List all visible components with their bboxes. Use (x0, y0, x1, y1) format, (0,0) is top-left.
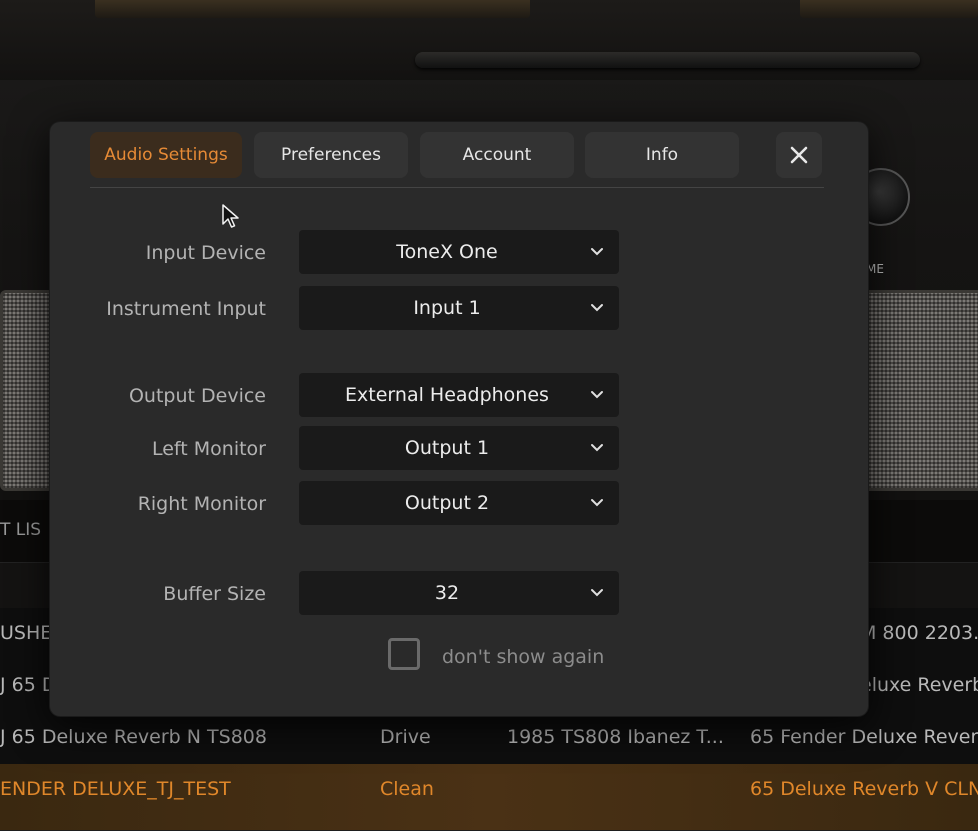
chevron-down-icon (591, 304, 603, 312)
close-button[interactable] (776, 132, 822, 178)
input-device-select[interactable]: ToneX One (299, 230, 619, 274)
mouse-cursor-icon (222, 204, 239, 228)
preset-name: ENDER DELUXE_TJ_TEST (0, 778, 231, 800)
knob-label: ME (866, 262, 884, 276)
input-device-label: Input Device (145, 242, 266, 264)
buffer-size-select[interactable]: 32 (299, 571, 619, 615)
chevron-down-icon (591, 589, 603, 597)
chevron-down-icon (591, 499, 603, 507)
select-value: 32 (434, 582, 460, 604)
instrument-input-label: Instrument Input (106, 298, 266, 320)
preset-amp: 65 Deluxe Reverb V CLN (750, 778, 978, 800)
preset-row-selected[interactable]: ENDER DELUXE_TJ_TEST Clean 65 Deluxe Rev… (0, 764, 978, 831)
right-monitor-select[interactable]: Output 2 (299, 481, 619, 525)
chevron-down-icon (591, 444, 603, 452)
top-bar-segment (800, 0, 978, 18)
tab-audio-settings[interactable]: Audio Settings (90, 132, 242, 178)
preset-name: USHE (0, 622, 53, 644)
output-device-select[interactable]: External Headphones (299, 373, 619, 417)
top-bar-segment (95, 0, 530, 18)
close-icon (790, 146, 808, 164)
output-device-label: Output Device (128, 385, 266, 407)
preset-type: Clean (380, 778, 434, 800)
buffer-size-label: Buffer Size (163, 583, 266, 605)
preset-name: J 65 Deluxe Reverb N TS808 (0, 726, 267, 748)
settings-dialog: Audio Settings Preferences Account Info … (50, 122, 868, 716)
select-value: Output 2 (404, 492, 490, 514)
preset-amp: 65 Fender Deluxe Reverb (750, 726, 978, 748)
select-value: Output 1 (404, 437, 490, 459)
preset-amp: eluxe Reverb (860, 674, 978, 696)
chevron-down-icon (591, 248, 603, 256)
dont-show-again-label: don't show again (442, 646, 605, 668)
preset-pedal: 1985 TS808 Ibanez T... (507, 726, 724, 748)
dont-show-again-checkbox[interactable] (388, 638, 420, 670)
tab-divider (90, 187, 824, 188)
select-value: Input 1 (413, 297, 481, 319)
select-value: External Headphones (345, 384, 549, 406)
amp-grille-left (0, 290, 54, 491)
preset-row[interactable]: J 65 Deluxe Reverb N TS808 Drive 1985 TS… (0, 712, 978, 765)
left-monitor-select[interactable]: Output 1 (299, 426, 619, 470)
amp-handle (415, 52, 920, 68)
chevron-down-icon (591, 391, 603, 399)
left-monitor-label: Left Monitor (151, 438, 266, 460)
preset-type: Drive (380, 726, 431, 748)
tab-preferences[interactable]: Preferences (254, 132, 408, 178)
instrument-input-select[interactable]: Input 1 (299, 286, 619, 330)
amp-grille-right (862, 290, 978, 491)
preset-name: J 65 D (0, 674, 57, 696)
preset-amp: M 800 2203. (860, 622, 978, 644)
select-value: ToneX One (396, 241, 498, 263)
preset-list-label: T LIS (0, 520, 42, 540)
tab-info[interactable]: Info (585, 132, 739, 178)
tab-account[interactable]: Account (420, 132, 574, 178)
right-monitor-label: Right Monitor (137, 493, 266, 515)
